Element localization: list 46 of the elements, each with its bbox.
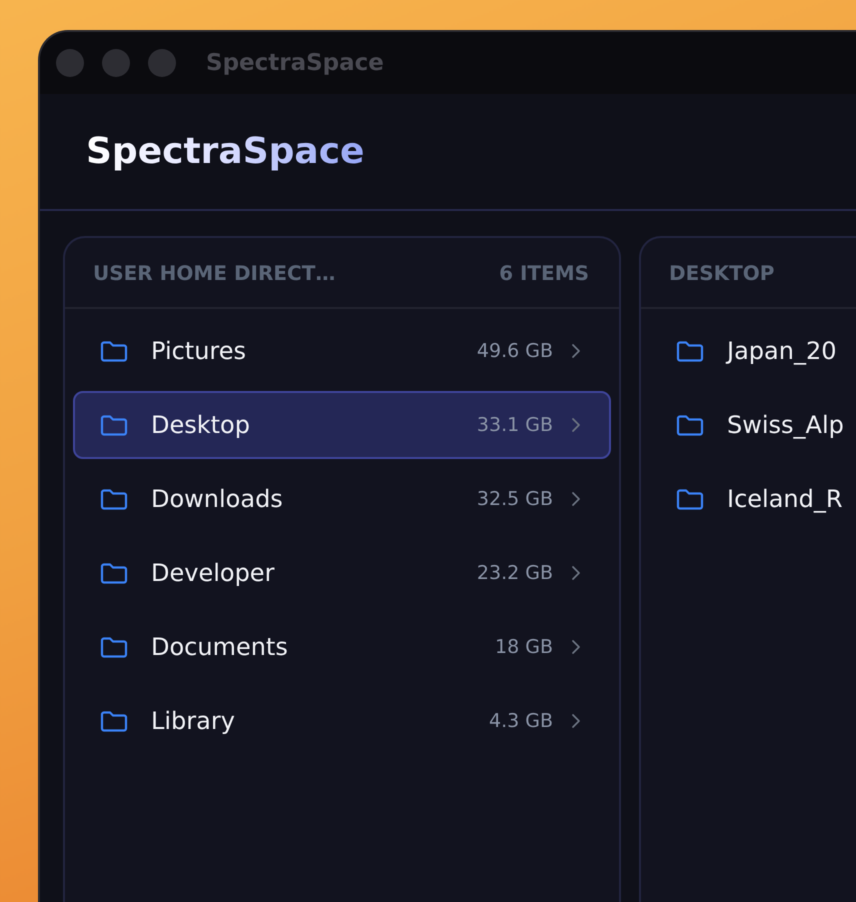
chevron-right-icon [571, 713, 581, 729]
folder-icon [675, 339, 705, 363]
folder-item[interactable]: Pictures 49.6 GB [73, 317, 611, 385]
chevron-right-icon [571, 639, 581, 655]
folder-item[interactable]: Library 4.3 GB [73, 687, 611, 755]
chevron-right-icon [571, 491, 581, 507]
folder-name: Downloads [151, 485, 284, 513]
folder-name: Desktop [151, 411, 251, 439]
folder-name: Iceland_R [727, 485, 844, 513]
folder-item[interactable]: Downloads 32.5 GB [73, 465, 611, 533]
folder-item[interactable]: Japan_20 [649, 317, 856, 385]
column-title: DESKTOP [669, 260, 774, 284]
folder-icon [99, 561, 129, 585]
folder-size: 18 GB [495, 636, 553, 658]
folder-size: 32.5 GB [476, 488, 553, 510]
folder-icon [675, 413, 705, 437]
folder-icon [99, 413, 129, 437]
folder-name: Pictures [151, 337, 248, 365]
folder-name: Library [151, 707, 236, 735]
folder-size: 33.1 GB [476, 414, 553, 436]
folder-name: Documents [151, 633, 289, 661]
folder-icon [99, 339, 129, 363]
folder-item[interactable]: Desktop 33.1 GB [73, 391, 611, 459]
window-title: SpectraSpace [206, 50, 384, 76]
folder-item[interactable]: Swiss_Alp [649, 391, 856, 459]
folder-icon [675, 487, 705, 511]
folder-size: 49.6 GB [476, 340, 553, 362]
chevron-right-icon [571, 343, 581, 359]
folder-icon [99, 487, 129, 511]
folder-size: 23.2 GB [476, 562, 553, 584]
folder-name: Japan_20 [727, 337, 838, 365]
item-count: 6 ITEMS [499, 260, 589, 284]
folder-name: Developer [151, 559, 276, 587]
chevron-right-icon [571, 417, 581, 433]
folder-icon [99, 709, 129, 733]
folder-size: 4.3 GB [488, 710, 553, 732]
window-control-button[interactable] [102, 49, 130, 77]
folder-name: Swiss_Alp [727, 411, 844, 439]
folder-item[interactable]: Developer 23.2 GB [73, 539, 611, 607]
window-control-button[interactable] [148, 49, 176, 77]
folder-icon [99, 635, 129, 659]
folder-item[interactable]: Documents 18 GB [73, 613, 611, 681]
column-title: USER HOME DIRECT… [93, 260, 336, 284]
chevron-right-icon [571, 565, 581, 581]
window-control-button[interactable] [56, 49, 84, 77]
folder-item[interactable]: Iceland_R [649, 465, 856, 533]
